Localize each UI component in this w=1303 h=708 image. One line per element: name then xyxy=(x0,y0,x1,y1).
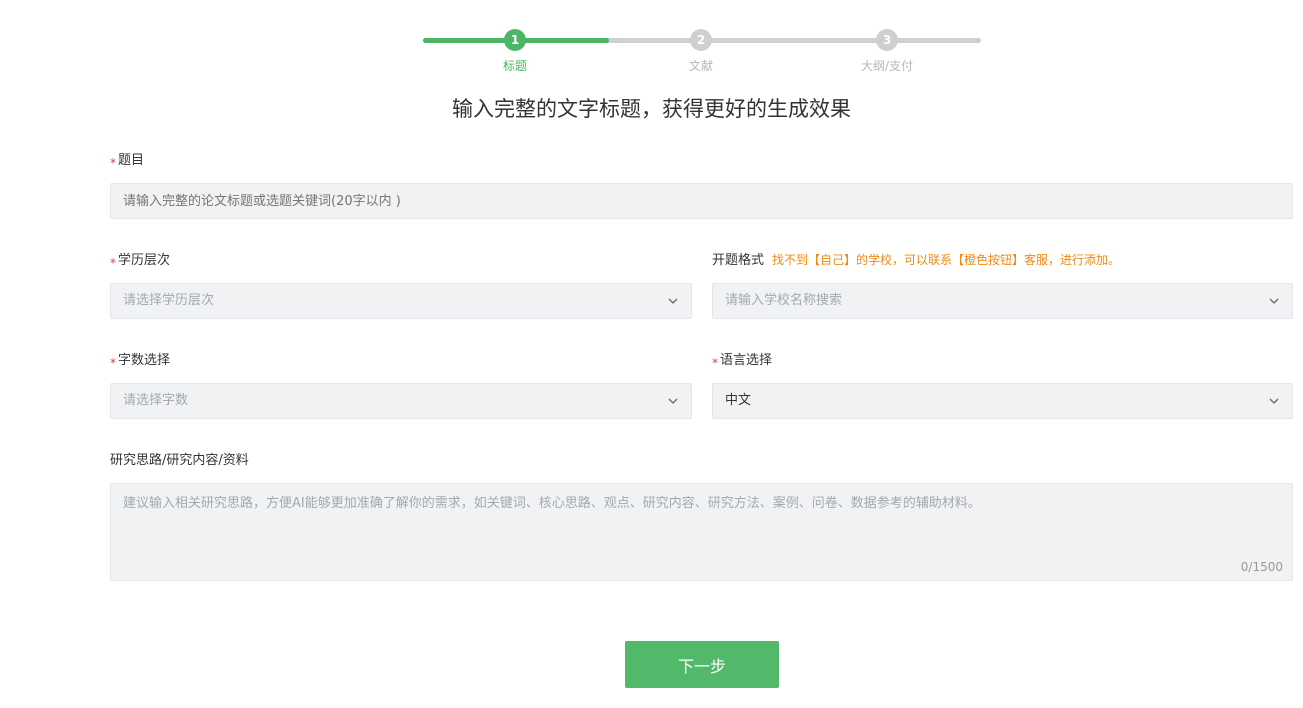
title-label: 题目 xyxy=(118,153,145,168)
page-headline: 输入完整的文字标题，获得更好的生成效果 xyxy=(452,97,851,121)
language-label-row: * 语言选择 xyxy=(712,349,773,370)
language-select[interactable]: 中文 xyxy=(712,383,1293,419)
education-select[interactable]: 请选择学历层次 xyxy=(110,283,692,319)
word-count-placeholder: 请选择字数 xyxy=(123,393,189,408)
step-1: 1 标题 xyxy=(475,29,555,74)
step-1-label: 标题 xyxy=(502,59,527,73)
proposal-format-label: 开题格式 xyxy=(712,253,765,268)
word-count-select[interactable]: 请选择字数 xyxy=(110,383,692,419)
research-label: 研究思路/研究内容/资料 xyxy=(110,453,249,468)
step-3-label: 大纲/支付 xyxy=(860,59,914,73)
character-counter: 0/1500 xyxy=(1240,560,1283,574)
progress-stepper: 1 标题 2 文献 3 大纲/支付 xyxy=(423,29,981,79)
school-search-select[interactable]: 请输入学校名称搜索 xyxy=(712,283,1293,319)
word-count-label-row: * 字数选择 xyxy=(110,349,171,370)
chevron-down-icon xyxy=(667,296,679,306)
language-label: 语言选择 xyxy=(720,353,773,368)
required-mark: * xyxy=(110,256,116,270)
education-label-row: * 学历层次 xyxy=(110,249,171,270)
title-label-row: * 题目 xyxy=(110,149,145,170)
step-2: 2 文献 xyxy=(661,29,741,74)
research-textarea[interactable] xyxy=(110,483,1293,581)
education-label: 学历层次 xyxy=(118,253,171,268)
step-3-number: 3 xyxy=(876,29,898,51)
school-search-placeholder: 请输入学校名称搜索 xyxy=(725,293,843,308)
chevron-down-icon xyxy=(1268,396,1280,406)
chevron-down-icon xyxy=(1268,296,1280,306)
chevron-down-icon xyxy=(667,396,679,406)
word-count-label: 字数选择 xyxy=(118,353,171,368)
proposal-format-label-row: 开题格式 找不到【自己】的学校，可以联系【橙色按钮】客服，进行添加。 xyxy=(712,249,1120,268)
step-2-label: 文献 xyxy=(688,59,713,73)
proposal-format-note: 找不到【自己】的学校，可以联系【橙色按钮】客服，进行添加。 xyxy=(772,253,1121,267)
language-value: 中文 xyxy=(725,393,752,408)
education-placeholder: 请选择学历层次 xyxy=(123,293,215,308)
title-input[interactable] xyxy=(110,183,1293,219)
required-mark: * xyxy=(110,156,116,170)
required-mark: * xyxy=(712,356,718,370)
step-2-number: 2 xyxy=(690,29,712,51)
step-3: 3 大纲/支付 xyxy=(847,29,927,74)
step-1-number: 1 xyxy=(504,29,526,51)
required-mark: * xyxy=(110,356,116,370)
next-step-button[interactable]: 下一步 xyxy=(625,641,779,688)
